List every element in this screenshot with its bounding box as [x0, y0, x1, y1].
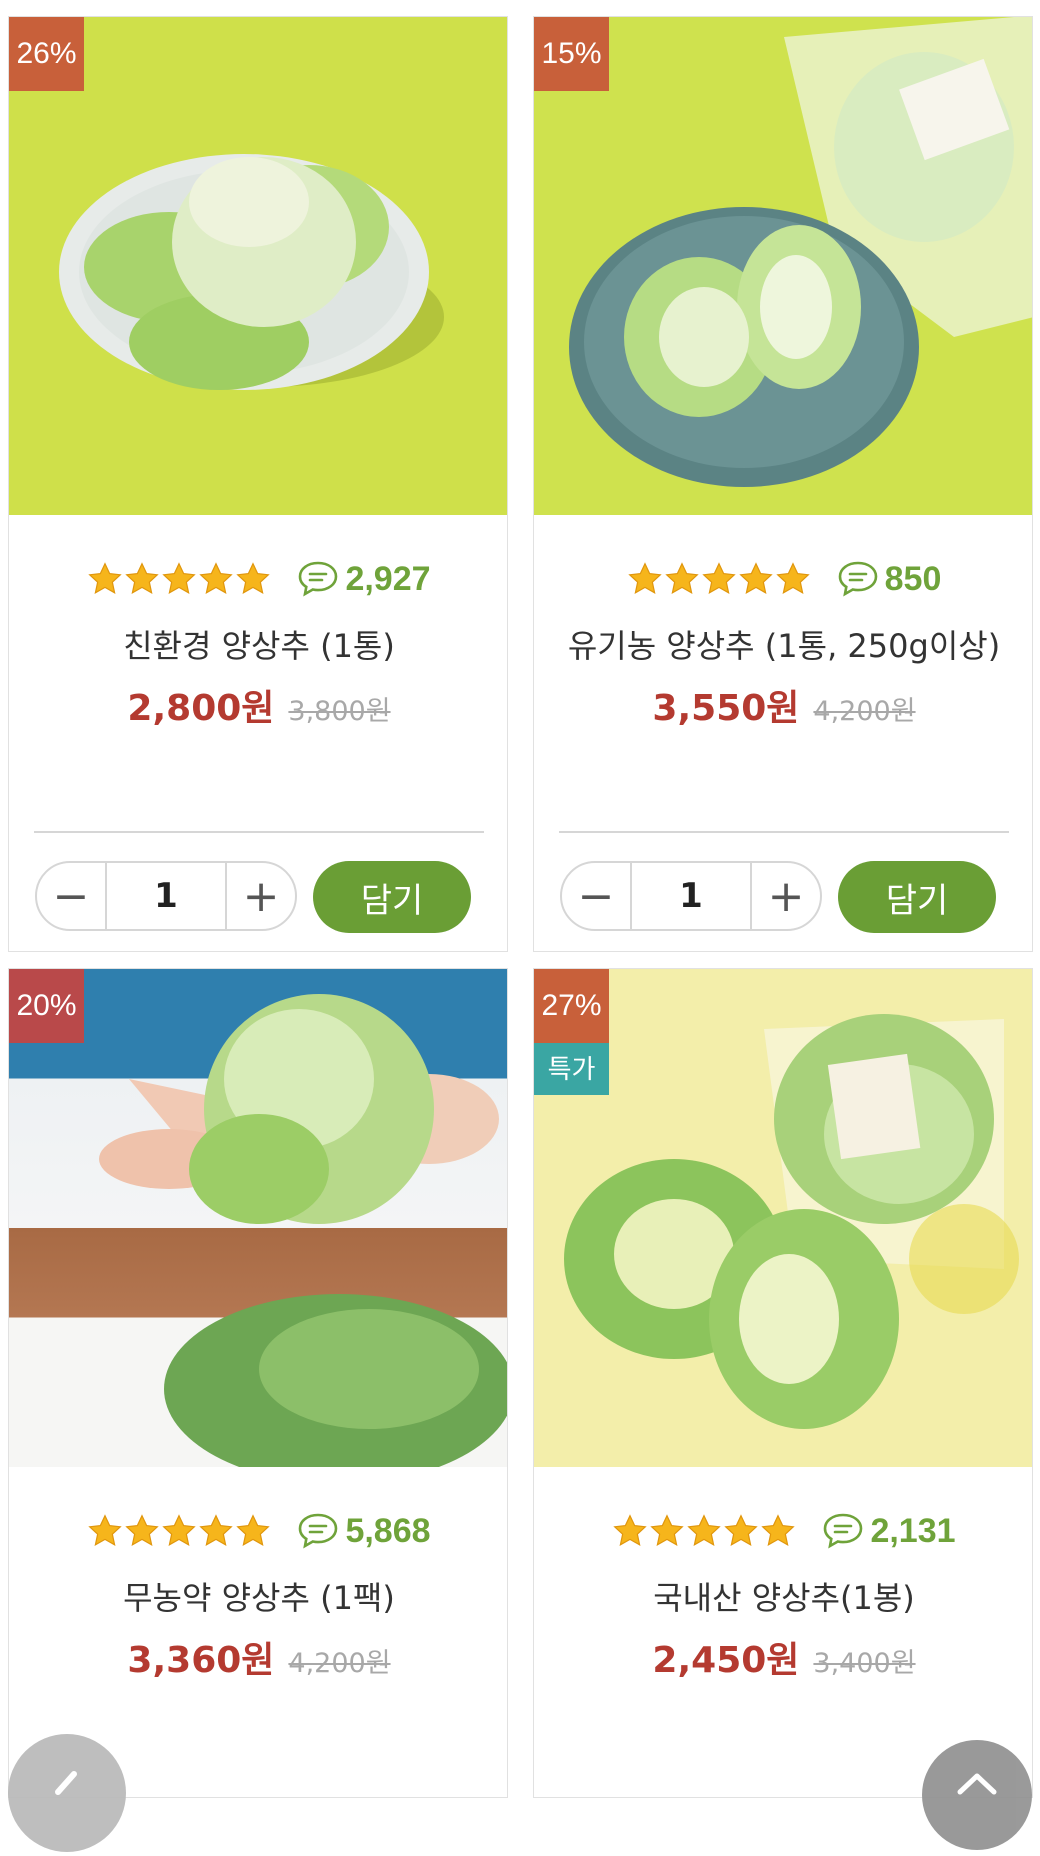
- star-icon: [664, 562, 699, 594]
- price-row: 2,800원 3,800원: [9, 679, 507, 731]
- review-count[interactable]: 2,131: [822, 1511, 956, 1551]
- star-icon: [162, 1514, 197, 1546]
- star-icon: [199, 1514, 234, 1546]
- rating-row: 2,927: [9, 557, 507, 601]
- product-image[interactable]: [9, 969, 507, 1467]
- price-row: 3,360원 4,200원: [9, 1631, 507, 1683]
- review-count-value: 2,131: [870, 1511, 956, 1550]
- quantity-stepper[interactable]: − 1 +: [35, 861, 297, 931]
- add-to-cart-button[interactable]: 담기: [838, 861, 996, 933]
- review-count[interactable]: 850: [837, 559, 942, 599]
- review-count-value: 850: [884, 559, 942, 598]
- star-rating: [87, 561, 271, 597]
- star-icon: [236, 562, 271, 594]
- quantity-stepper[interactable]: − 1 +: [560, 861, 822, 931]
- comment-icon: [299, 561, 338, 597]
- discount-badge: 26%: [9, 17, 84, 91]
- product-image[interactable]: [9, 17, 507, 515]
- discount-badge: 20%: [9, 969, 84, 1043]
- star-icon: [162, 562, 197, 594]
- star-icon: [775, 562, 810, 594]
- original-price: 4,200원: [288, 1648, 391, 1679]
- star-icon: [613, 1514, 648, 1546]
- chevron-left-icon: [55, 1771, 77, 1795]
- product-name[interactable]: 친환경 양상추 (1통): [9, 621, 507, 667]
- product-image[interactable]: [534, 17, 1032, 515]
- chevron-up-icon: [957, 1773, 997, 1795]
- comment-icon: [824, 1513, 863, 1549]
- review-count-value: 2,927: [345, 559, 431, 598]
- star-rating: [627, 561, 811, 597]
- star-icon: [199, 562, 234, 594]
- sale-price: 2,800원: [127, 688, 275, 729]
- discount-badge: 15%: [534, 17, 609, 91]
- plus-icon[interactable]: +: [752, 863, 820, 929]
- review-count-value: 5,868: [345, 1511, 431, 1550]
- product-card[interactable]: 26% 2,927 친환경 양상추 (1통) 2,800원 3,800원 − 1 …: [8, 16, 508, 952]
- star-rating: [612, 1513, 796, 1549]
- star-icon: [687, 1514, 722, 1546]
- star-icon: [236, 1514, 271, 1546]
- quantity-value[interactable]: 1: [630, 863, 752, 929]
- price-row: 2,450원 3,400원: [534, 1631, 1032, 1683]
- rating-row: 5,868: [9, 1509, 507, 1553]
- star-icon: [88, 562, 123, 594]
- star-icon: [738, 562, 773, 594]
- discount-badge: 27%: [534, 969, 609, 1043]
- minus-icon[interactable]: −: [37, 863, 105, 929]
- original-price: 4,200원: [813, 696, 916, 727]
- original-price: 3,400원: [813, 1648, 916, 1679]
- product-name[interactable]: 유기농 양상추 (1통, 250g이상): [534, 621, 1032, 667]
- comment-icon: [299, 1513, 338, 1549]
- scroll-top-button[interactable]: [922, 1740, 1032, 1850]
- original-price: 3,800원: [288, 696, 391, 727]
- plus-icon[interactable]: +: [227, 863, 295, 929]
- product-card[interactable]: 27% 특가 2,131 국내산 양상추(1봉) 2,450원 3,400원: [533, 968, 1033, 1798]
- star-rating: [87, 1513, 271, 1549]
- star-icon: [761, 1514, 796, 1546]
- star-icon: [627, 562, 662, 594]
- product-name[interactable]: 국내산 양상추(1봉): [534, 1573, 1032, 1619]
- review-count[interactable]: 5,868: [297, 1511, 431, 1551]
- star-icon: [125, 562, 160, 594]
- star-icon: [650, 1514, 685, 1546]
- comment-icon: [838, 561, 877, 597]
- star-icon: [125, 1514, 160, 1546]
- star-icon: [701, 562, 736, 594]
- back-button[interactable]: [8, 1734, 126, 1852]
- star-icon: [724, 1514, 759, 1546]
- sale-price: 3,550원: [652, 688, 800, 729]
- special-badge: 특가: [534, 1043, 609, 1095]
- quantity-value[interactable]: 1: [105, 863, 227, 929]
- rating-row: 2,131: [534, 1509, 1032, 1553]
- divider: [34, 831, 484, 833]
- product-name[interactable]: 무농약 양상추 (1팩): [9, 1573, 507, 1619]
- review-count[interactable]: 2,927: [297, 559, 431, 599]
- sale-price: 2,450원: [652, 1640, 800, 1681]
- divider: [559, 831, 1009, 833]
- rating-row: 850: [534, 557, 1032, 601]
- sale-price: 3,360원: [127, 1640, 275, 1681]
- add-to-cart-button[interactable]: 담기: [313, 861, 471, 933]
- product-card[interactable]: 15% 850 유기농 양상추 (1통, 250g이상) 3,550원 4,200…: [533, 16, 1033, 952]
- product-card[interactable]: 20% 5,868 무농약 양상추 (1팩) 3,360원 4,200원: [8, 968, 508, 1798]
- star-icon: [88, 1514, 123, 1546]
- price-row: 3,550원 4,200원: [534, 679, 1032, 731]
- minus-icon[interactable]: −: [562, 863, 630, 929]
